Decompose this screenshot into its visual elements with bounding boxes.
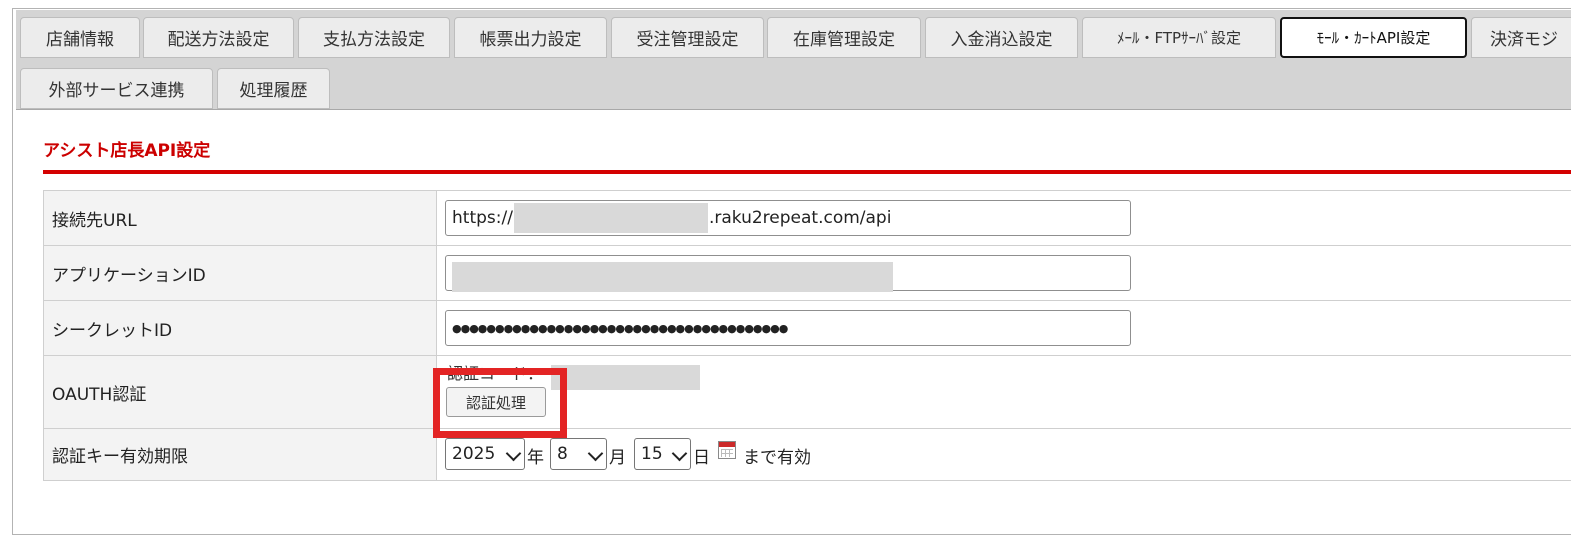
tab-mail-ftp-settings[interactable]: ﾒｰﾙ・FTPｻｰﾊﾞ設定 [1082,17,1276,58]
day-select[interactable]: 15 [634,438,691,470]
chevron-down-icon [505,445,522,462]
year-unit: 年 [527,448,544,468]
url-label: 接続先URL [43,190,437,246]
redacted-auth-code [551,365,700,390]
auth-code-label: 認証コード： [447,364,544,383]
app-id-label: アプリケーションID [43,245,437,301]
section-title: アシスト店長API設定 [43,141,211,161]
row-secret-id: シークレットID ●●●●●●●●●●●●●●●●●●●●●●●●●●●●●●●… [43,300,1571,356]
secret-id-input[interactable]: ●●●●●●●●●●●●●●●●●●●●●●●●●●●●●●●●●●●●●●● [445,310,1131,346]
tab-external-service[interactable]: 外部サービス連携 [20,68,213,109]
tab-form-output-settings[interactable]: 帳票出力設定 [454,17,607,58]
expiry-label: 認証キー有効期限 [43,428,437,481]
row-oauth: OAUTH認証 認証コード： 認証処理 [43,355,1571,429]
tab-payment-module[interactable]: 決済モジ [1471,17,1571,58]
tab-payment-reconciliation-settings[interactable]: 入金消込設定 [925,17,1078,58]
url-suffix: .raku2repeat.com/api [708,208,892,228]
tab-store-info[interactable]: 店舗情報 [20,17,140,58]
redacted-app-id [452,262,893,292]
row-expiry: 認証キー有効期限 2025 年 8 月 15 日 まで有効 [43,428,1571,481]
tab-payment-settings[interactable]: 支払方法設定 [298,17,450,58]
tab-shipping-settings[interactable]: 配送方法設定 [143,17,294,58]
oauth-label: OAUTH認証 [43,355,437,429]
secret-masked-value: ●●●●●●●●●●●●●●●●●●●●●●●●●●●●●●●●●●●●●●● [452,321,788,335]
chevron-down-icon [671,445,688,462]
url-prefix: https:// [452,208,513,228]
row-app-id: アプリケーションID [43,245,1571,301]
row-url: 接続先URL https:// .raku2repeat.com/api [43,190,1571,246]
url-input[interactable]: https:// .raku2repeat.com/api [445,200,1131,236]
calendar-icon[interactable] [718,441,736,459]
tab-order-management-settings[interactable]: 受注管理設定 [611,17,764,58]
redacted-subdomain [513,203,708,233]
chevron-down-icon [587,445,604,462]
month-unit: 月 [609,448,626,468]
secret-id-label: シークレットID [43,300,437,356]
tab-process-history[interactable]: 処理履歴 [217,68,330,109]
tab-mall-cart-api-settings[interactable]: ﾓｰﾙ・ｶｰﾄAPI設定 [1280,17,1467,58]
section-divider [43,170,1571,174]
year-select[interactable]: 2025 [445,438,525,470]
tab-bar: 店舗情報 配送方法設定 支払方法設定 帳票出力設定 受注管理設定 在庫管理設定 … [16,10,1571,110]
api-settings-table: 接続先URL https:// .raku2repeat.com/api アプリ… [43,190,1571,481]
authenticate-button[interactable]: 認証処理 [446,387,546,417]
expiry-suffix: まで有効 [743,448,811,468]
month-select[interactable]: 8 [550,438,607,470]
tab-inventory-settings[interactable]: 在庫管理設定 [767,17,921,58]
day-unit: 日 [693,448,710,468]
app-id-input[interactable] [445,255,1131,292]
